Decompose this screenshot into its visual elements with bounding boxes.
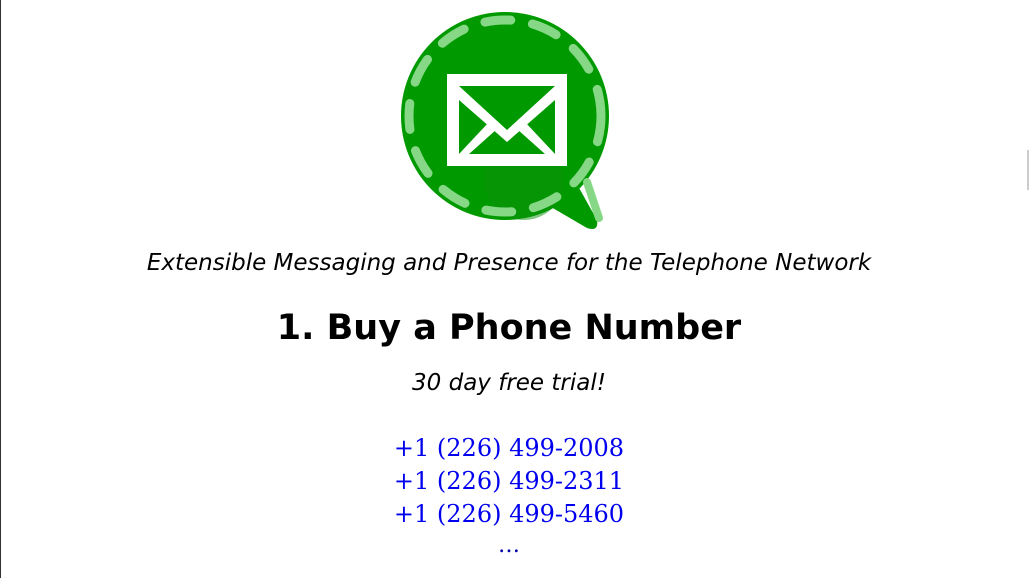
more-numbers-link[interactable]: …	[1, 531, 1017, 561]
tagline: Extensible Messaging and Presence for th…	[146, 250, 872, 276]
jmp-logo	[399, 10, 619, 235]
phone-number-link[interactable]: +1 (226) 499-5460	[394, 500, 624, 528]
trial-note: 30 day free trial!	[412, 370, 606, 396]
phone-number-list: +1 (226) 499-2008 +1 (226) 499-2311 +1 (…	[1, 432, 1017, 561]
envelope-chat-bubble-icon	[401, 12, 609, 229]
list-item: +1 (226) 499-5460	[1, 498, 1017, 531]
list-item: …	[1, 531, 1017, 561]
page-title: 1. Buy a Phone Number	[276, 308, 742, 348]
list-item: +1 (226) 499-2008	[1, 432, 1017, 465]
phone-number-link[interactable]: +1 (226) 499-2008	[394, 434, 624, 462]
list-item: +1 (226) 499-2311	[1, 465, 1017, 498]
phone-number-link[interactable]: +1 (226) 499-2311	[394, 467, 624, 495]
